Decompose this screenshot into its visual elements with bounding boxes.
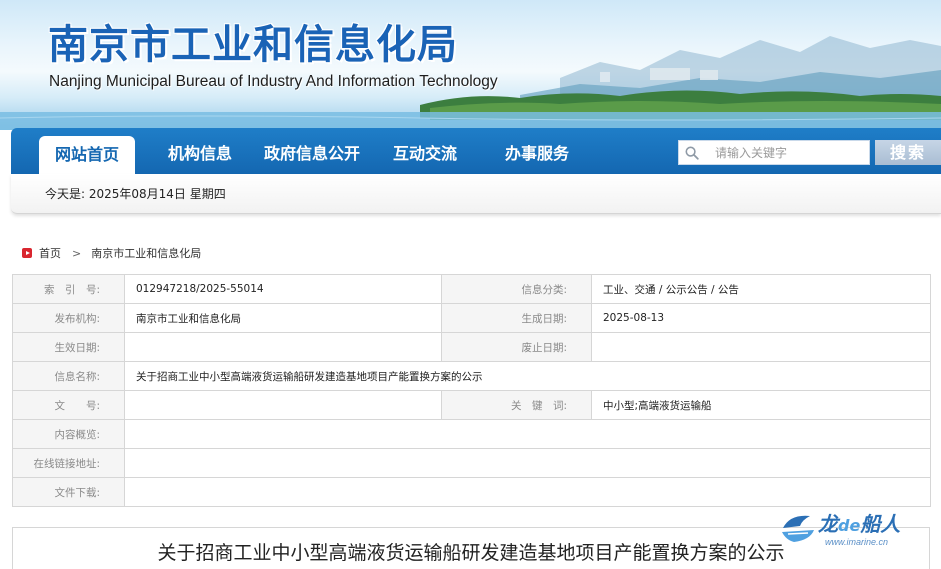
- info-table: 索 引 号: 012947218/2025-55014 信息分类: 工业、交通 …: [12, 274, 931, 507]
- info-name-label: 信息名称:: [12, 361, 125, 391]
- table-row: 发布机构: 南京市工业和信息化局 生成日期: 2025-08-13: [12, 303, 931, 333]
- ship-logo-icon: [782, 515, 814, 542]
- table-row: 内容概览:: [12, 419, 931, 449]
- breadcrumb-home-link[interactable]: 首页: [39, 245, 61, 261]
- nav-item-organization[interactable]: 机构信息: [168, 128, 232, 174]
- doc-number-label: 文 号:: [12, 390, 125, 420]
- repeal-date-value: [591, 332, 931, 362]
- breadcrumb-separator: >: [72, 246, 82, 260]
- search-icon: [679, 140, 705, 165]
- created-date-value: 2025-08-13: [591, 303, 931, 333]
- nav-item-services[interactable]: 办事服务: [505, 128, 569, 174]
- date-bar: 今天是: 2025年08月14日 星期四: [11, 174, 941, 214]
- file-download-label: 文件下载:: [12, 477, 125, 507]
- keywords-value: 中小型;高端液货运输船: [591, 390, 931, 420]
- search-input[interactable]: [705, 141, 865, 164]
- category-value: 工业、交通 / 公示公告 / 公告: [591, 274, 931, 304]
- keywords-label: 关 键 词:: [441, 390, 592, 420]
- nav-item-interaction[interactable]: 互动交流: [393, 128, 457, 174]
- site-title: 南京市工业和信息化局: [48, 21, 458, 68]
- table-row: 索 引 号: 012947218/2025-55014 信息分类: 工业、交通 …: [12, 274, 931, 304]
- header-banner: 南京市工业和信息化局 Nanjing Municipal Bureau of I…: [0, 0, 941, 130]
- nav-item-gov-info[interactable]: 政府信息公开: [264, 128, 360, 174]
- home-icon: [22, 248, 32, 258]
- table-row: 生效日期: 废止日期:: [12, 332, 931, 362]
- index-value: 012947218/2025-55014: [124, 274, 442, 304]
- category-label: 信息分类:: [441, 274, 592, 304]
- table-row: 文 号: 关 键 词: 中小型;高端液货运输船: [12, 390, 931, 420]
- online-link-value[interactable]: [124, 448, 931, 478]
- watermark-brand: 龙de船人: [818, 512, 901, 536]
- table-row: 信息名称: 关于招商工业中小型高端液货运输船研发建造基地项目产能置换方案的公示: [12, 361, 931, 391]
- breadcrumb: 首页 > 南京市工业和信息化局: [22, 246, 201, 260]
- summary-label: 内容概览:: [12, 419, 125, 449]
- repeal-date-label: 废止日期:: [441, 332, 592, 362]
- publisher-value: 南京市工业和信息化局: [124, 303, 442, 333]
- current-date: 今天是: 2025年08月14日 星期四: [45, 187, 226, 201]
- table-row: 文件下载:: [12, 477, 931, 507]
- created-date-label: 生成日期:: [441, 303, 592, 333]
- index-label: 索 引 号:: [12, 274, 125, 304]
- effective-date-value: [124, 332, 442, 362]
- watermark-logo: 龙de船人 www.imarine.cn: [780, 508, 920, 552]
- nav-item-home[interactable]: 网站首页: [39, 136, 136, 174]
- file-download-value[interactable]: [124, 477, 931, 507]
- publisher-label: 发布机构:: [12, 303, 125, 333]
- breadcrumb-current[interactable]: 南京市工业和信息化局: [91, 245, 201, 261]
- doc-number-value: [124, 390, 442, 420]
- watermark-url: www.imarine.cn: [825, 537, 889, 547]
- summary-value: [124, 419, 931, 449]
- effective-date-label: 生效日期:: [12, 332, 125, 362]
- table-row: 在线链接地址:: [12, 448, 931, 478]
- info-name-value: 关于招商工业中小型高端液货运输船研发建造基地项目产能置换方案的公示: [124, 361, 931, 391]
- site-subtitle: Nanjing Municipal Bureau of Industry And…: [49, 73, 498, 90]
- online-link-label: 在线链接地址:: [12, 448, 125, 478]
- search-box: [678, 140, 870, 165]
- search-button[interactable]: 搜索: [875, 140, 941, 165]
